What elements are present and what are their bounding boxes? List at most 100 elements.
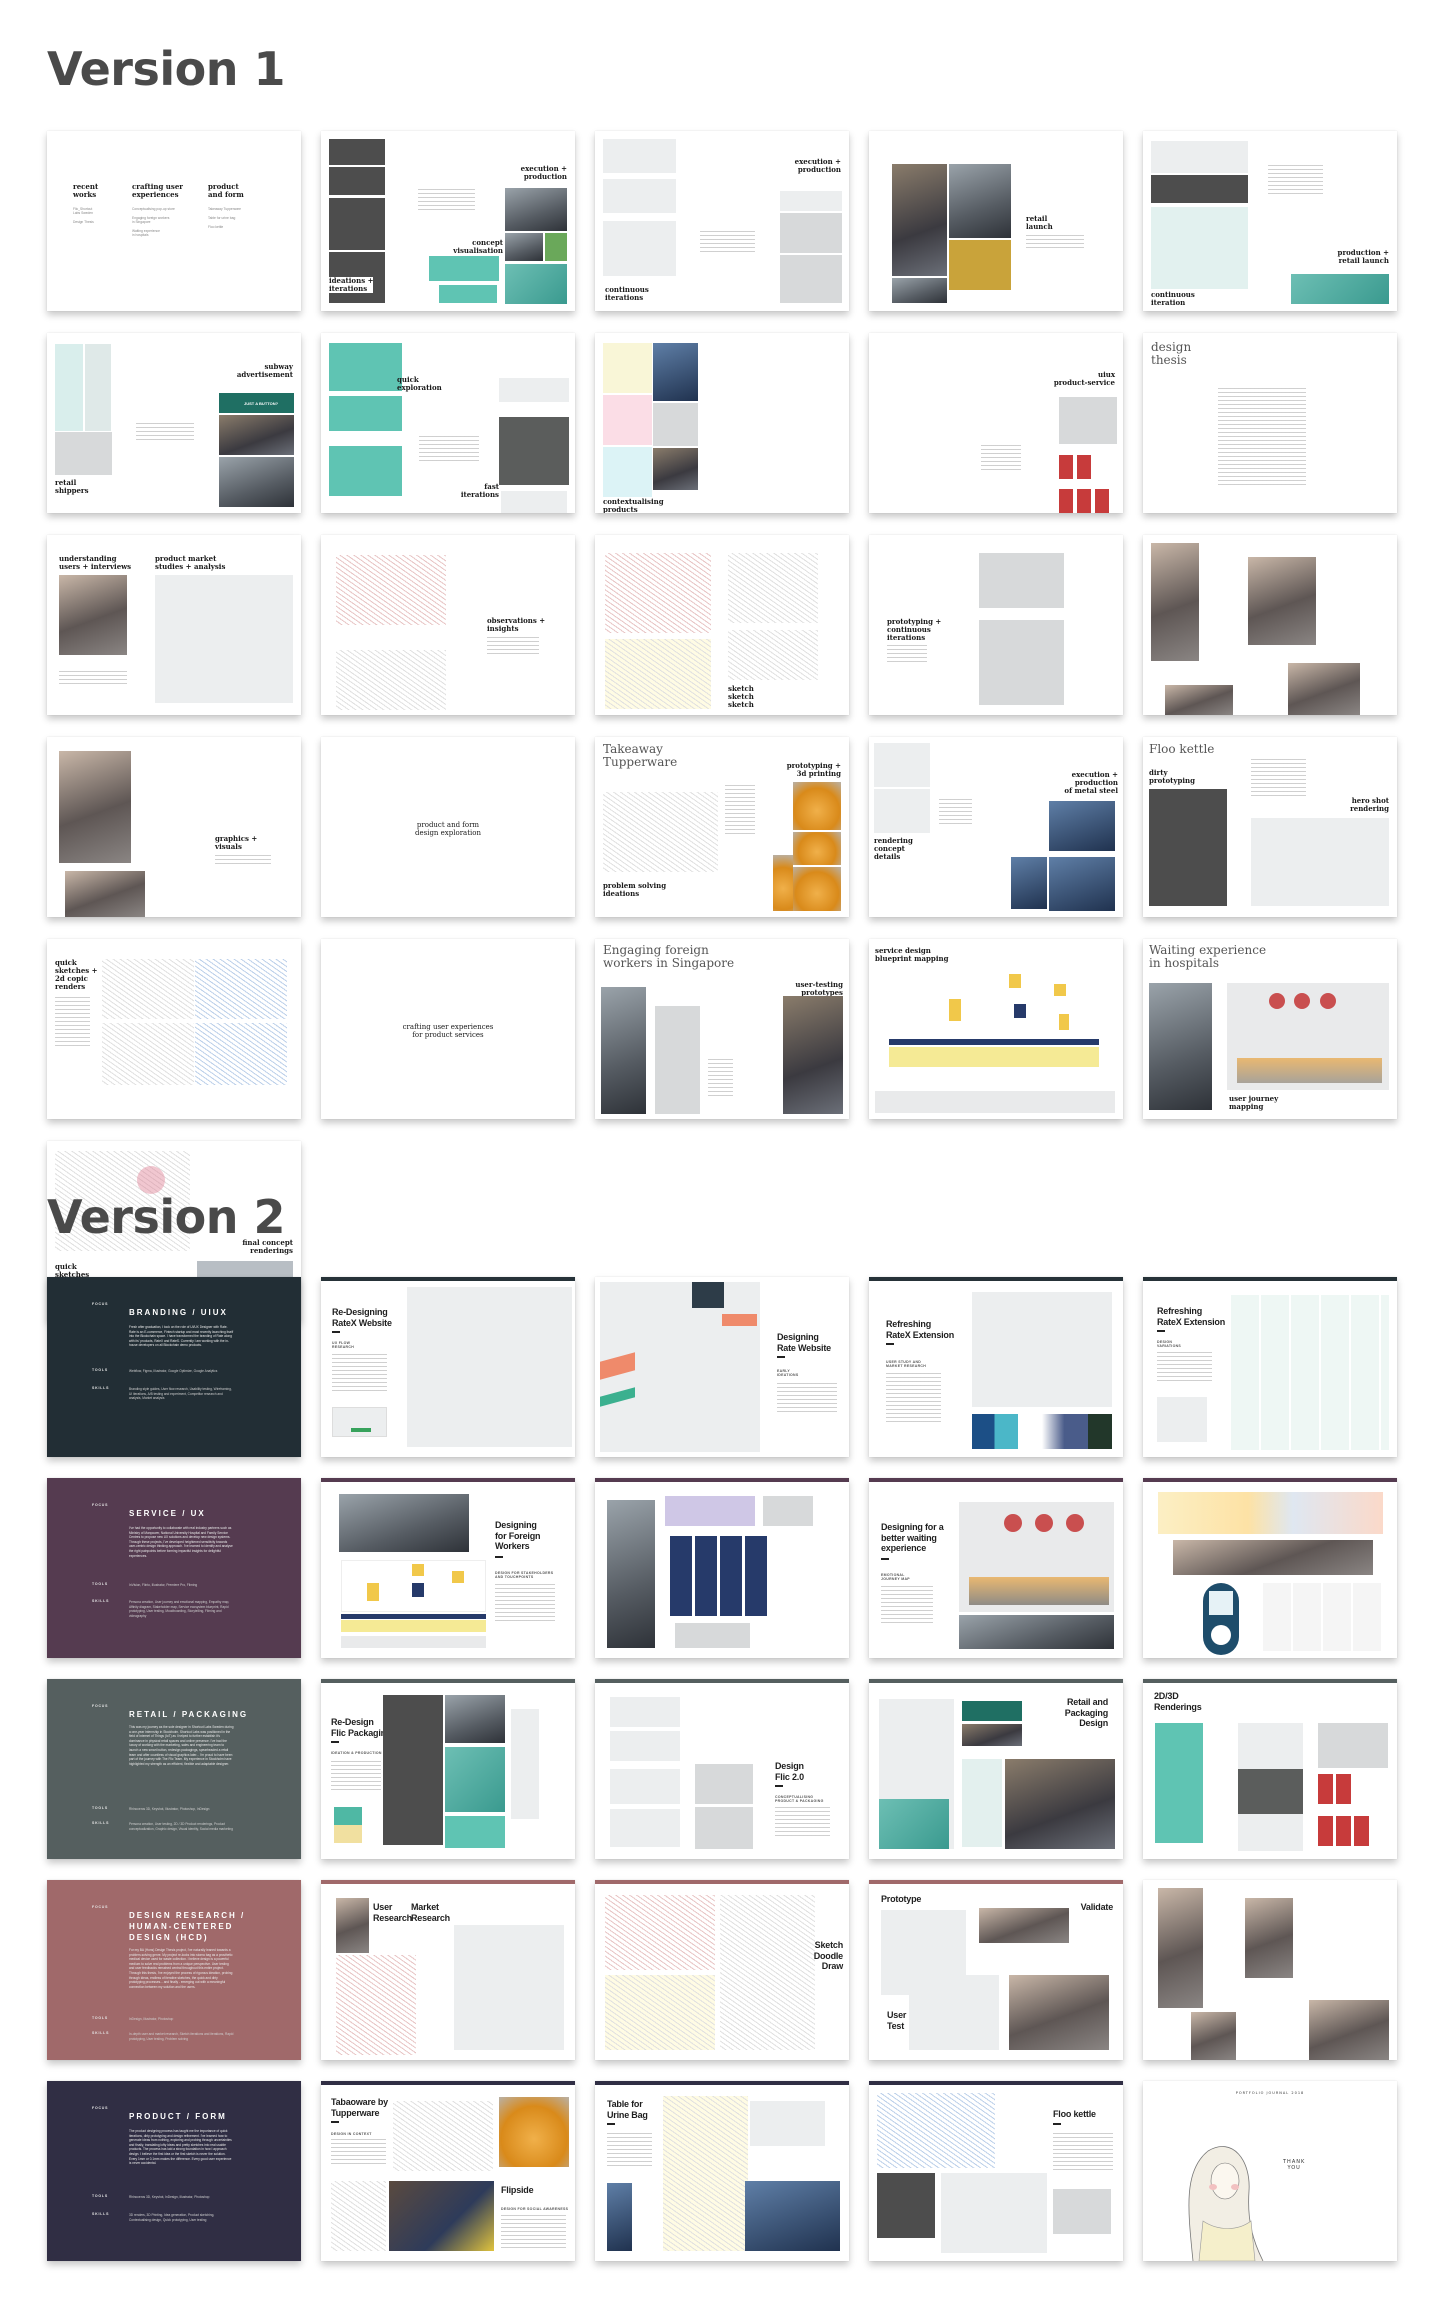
v2-slide-table-urine-bag[interactable]: Table for Urine Bag bbox=[595, 2081, 849, 2261]
blueprint-lane bbox=[875, 1091, 1115, 1113]
v2-slide-designing-rate-website[interactable]: Designing Rate Website EARLY IDEATIONS bbox=[595, 1277, 849, 1457]
v1-slide-service-blueprint[interactable]: service design blueprint mapping bbox=[869, 939, 1123, 1119]
v1-slide-graphics-visuals[interactable]: graphics + visuals bbox=[47, 737, 301, 917]
v2-cover-product-form[interactable]: FOCUS PRODUCT / FORM The product designi… bbox=[47, 2081, 301, 2261]
mindmap-lower bbox=[336, 650, 446, 710]
description-text bbox=[215, 855, 271, 865]
v1-slide-foreign-workers[interactable]: Engaging foreign workers in Singapore us… bbox=[595, 939, 849, 1119]
title-dash bbox=[775, 1785, 783, 1787]
sketch-sheet bbox=[728, 630, 818, 680]
v2-slide-sketch-doodle-draw[interactable]: Sketch Doodle Draw bbox=[595, 1880, 849, 2060]
v1-slide-floo-kettle[interactable]: Floo kettle dirty prototyping hero shot … bbox=[1143, 737, 1397, 917]
v2-slide-better-waiting[interactable]: Designing for a better waiting experienc… bbox=[869, 1478, 1123, 1658]
phone-photo bbox=[695, 1764, 753, 1804]
v1-slide-urine-bag-table[interactable]: rendering concept details execution + pr… bbox=[869, 737, 1123, 917]
cover-description: I've had the opportunity to collaborate … bbox=[129, 1526, 233, 1558]
slide-title: Designing Rate Website bbox=[777, 1332, 831, 1353]
v1-slide-waiting-experience[interactable]: Waiting experience in hospitals user jou… bbox=[1143, 939, 1397, 1119]
label-retail-shippers: retail shippers bbox=[55, 478, 89, 495]
description-text bbox=[418, 189, 475, 211]
v1-slide-users-market[interactable]: understanding users + interviews product… bbox=[47, 535, 301, 715]
v2-slide-design-flic-2[interactable]: Design Flic 2.0 CONCEPTUALISING PRODUCT … bbox=[595, 1679, 849, 1859]
ideation-sketches bbox=[393, 2101, 493, 2171]
v1-slide-ux-divider[interactable]: crafting user experiences for product se… bbox=[321, 939, 575, 1119]
sketch-sheet bbox=[605, 1895, 715, 1970]
slide-caption: DESIGN VARIATIONS bbox=[1157, 1340, 1182, 1348]
title-dash bbox=[331, 2121, 339, 2123]
description-text bbox=[981, 445, 1021, 470]
slide-title: Design Flic 2.0 bbox=[775, 1761, 804, 1782]
phone-screen bbox=[1318, 1774, 1333, 1804]
description-text bbox=[1053, 2133, 1113, 2171]
stoma-photo bbox=[1288, 663, 1360, 715]
label-hero-shot: hero shot rendering bbox=[1350, 796, 1389, 813]
wireframe-collage bbox=[407, 1287, 572, 1447]
slide-caption: EARLY IDEATIONS bbox=[777, 1369, 799, 1377]
version-1-heading: Version 1 bbox=[47, 42, 286, 96]
v2-slide-emotional-journey[interactable] bbox=[1143, 1478, 1397, 1658]
package-render bbox=[603, 139, 676, 173]
title-dash bbox=[495, 1556, 503, 1558]
v2-slide-redesign-ratex-website[interactable]: Re-Designing RateX Website UX FLOW RESEA… bbox=[321, 1277, 575, 1457]
v2-slide-floo-kettle[interactable]: Floo kettle bbox=[869, 2081, 1123, 2261]
table-photo bbox=[607, 2183, 632, 2251]
package-render bbox=[603, 179, 676, 213]
v2-slide-wearing-visuals[interactable] bbox=[1143, 1880, 1397, 2060]
v2-slide-user-market-research[interactable]: User Research Market Research bbox=[321, 1880, 575, 2060]
slide-title: Floo kettle bbox=[1053, 2109, 1096, 2119]
v1-slide-prototyping[interactable]: prototyping + continuous iterations bbox=[869, 535, 1123, 715]
context-image bbox=[653, 403, 698, 446]
tupperware-photo bbox=[793, 867, 841, 911]
v2-cover-design-research[interactable]: FOCUS DESIGN RESEARCH / HUMAN-CENTERED D… bbox=[47, 1880, 301, 2060]
v1-slide-stoma-photos[interactable] bbox=[1143, 535, 1397, 715]
v1-slide-continuous-iterations[interactable]: continuous iterations execution + produc… bbox=[595, 131, 849, 311]
v2-slide-refreshing-ratex-extension-research[interactable]: Refreshing RateX Extension USER STUDY AN… bbox=[869, 1277, 1123, 1457]
v2-slide-refreshing-ratex-extension-variations[interactable]: Refreshing RateX Extension DESIGN VARIAT… bbox=[1143, 1277, 1397, 1457]
v1-slide-observations[interactable]: observations + insights bbox=[321, 535, 575, 715]
v1-slide-copic-renders[interactable]: quick sketches + 2d copic renders bbox=[47, 939, 301, 1119]
v2-cover-branding-uiux[interactable]: FOCUS BRANDING / UIUX Fresh after gradua… bbox=[47, 1277, 301, 1457]
v2-cover-retail-packaging[interactable]: FOCUS RETAIL / PACKAGING This was my jou… bbox=[47, 1679, 301, 1859]
cover-description: The product designing process has taught… bbox=[129, 2129, 232, 2166]
label-crafting-ux: crafting user experiences for product se… bbox=[402, 1023, 494, 1039]
v2-slide-prototype-validate[interactable]: Prototype Validate User Test bbox=[869, 1880, 1123, 2060]
v1-slide-retail-launch[interactable]: retail launch bbox=[869, 131, 1123, 311]
v2-slide-atom-user-journey[interactable] bbox=[595, 1478, 849, 1658]
v1-slide-contextualising[interactable]: contextualising products bbox=[595, 333, 849, 513]
table-renders bbox=[750, 2101, 825, 2146]
description-text bbox=[775, 1807, 830, 1837]
v1-slide-quick-exploration[interactable]: quick exploration fast iterations bbox=[321, 333, 575, 513]
v1-slide-uiux-product-service[interactable]: uiux product-service bbox=[869, 333, 1123, 513]
label-continuous-iteration: continuous iteration bbox=[1151, 290, 1195, 307]
v2-slide-tabaoware-flipside[interactable]: Tabaoware by Tupperware DESIGN IN CONTEX… bbox=[321, 2081, 575, 2261]
context-image bbox=[603, 395, 652, 445]
testing-photo bbox=[783, 996, 843, 1114]
v1-slide-retail-shippers[interactable]: retail shippers subway advertisement JUS… bbox=[47, 333, 301, 513]
v1-slide-sketches[interactable]: sketch sketch sketch bbox=[595, 535, 849, 715]
slide-title: Refreshing RateX Extension bbox=[886, 1319, 955, 1340]
v2-slide-retail-packaging-design[interactable]: Retail and Packaging Design bbox=[869, 1679, 1123, 1859]
label-metal-steel: execution + production of metal steel bbox=[1064, 770, 1118, 795]
v2-slide-designing-foreign-workers[interactable]: Designing for Foreign Workers DESIGN FOR… bbox=[321, 1478, 575, 1658]
slide-title: Tabaoware by Tupperware bbox=[331, 2097, 388, 2118]
v1-slide-flic-packaging[interactable]: ideations + iterations execution + produ… bbox=[321, 131, 575, 311]
phone-screen bbox=[1095, 489, 1109, 513]
table-photos bbox=[745, 2181, 840, 2251]
slide-title: Re-Designing RateX Website bbox=[332, 1307, 392, 1328]
v2-slide-thank-you[interactable]: PORTFOLIO JOURNAL 2018 THANK YOU bbox=[1143, 2081, 1397, 2261]
stoma-photo bbox=[1165, 685, 1233, 715]
package-render bbox=[610, 1697, 680, 1727]
v1-slide-product-form-divider[interactable]: product and form design exploration bbox=[321, 737, 575, 917]
v1-slide-design-thesis[interactable]: design thesis bbox=[1143, 333, 1397, 513]
subway-photo bbox=[219, 415, 294, 455]
title-dash bbox=[1157, 1330, 1165, 1332]
header-screenshot bbox=[332, 1407, 387, 1437]
v2-slide-2d-3d-renderings[interactable]: 2D/3D Renderings bbox=[1143, 1679, 1397, 1859]
v2-slide-redesign-flic-packaging[interactable]: Re-Design Flic Packaging IDEATION & PROD… bbox=[321, 1679, 575, 1859]
v1-slide-retail-display[interactable]: continuous iteration production + retail… bbox=[1143, 131, 1397, 311]
description-text bbox=[887, 645, 927, 665]
user-journey-photos bbox=[607, 1500, 655, 1648]
v1-slide-contents[interactable]: recent works Flic_Shortcut Labs Sweden D… bbox=[47, 131, 301, 311]
v2-cover-service-ux[interactable]: FOCUS SERVICE / UX I've had the opportun… bbox=[47, 1478, 301, 1658]
v1-slide-takeaway-tupperware[interactable]: Takeaway Tupperware prototyping + 3d pri… bbox=[595, 737, 849, 917]
